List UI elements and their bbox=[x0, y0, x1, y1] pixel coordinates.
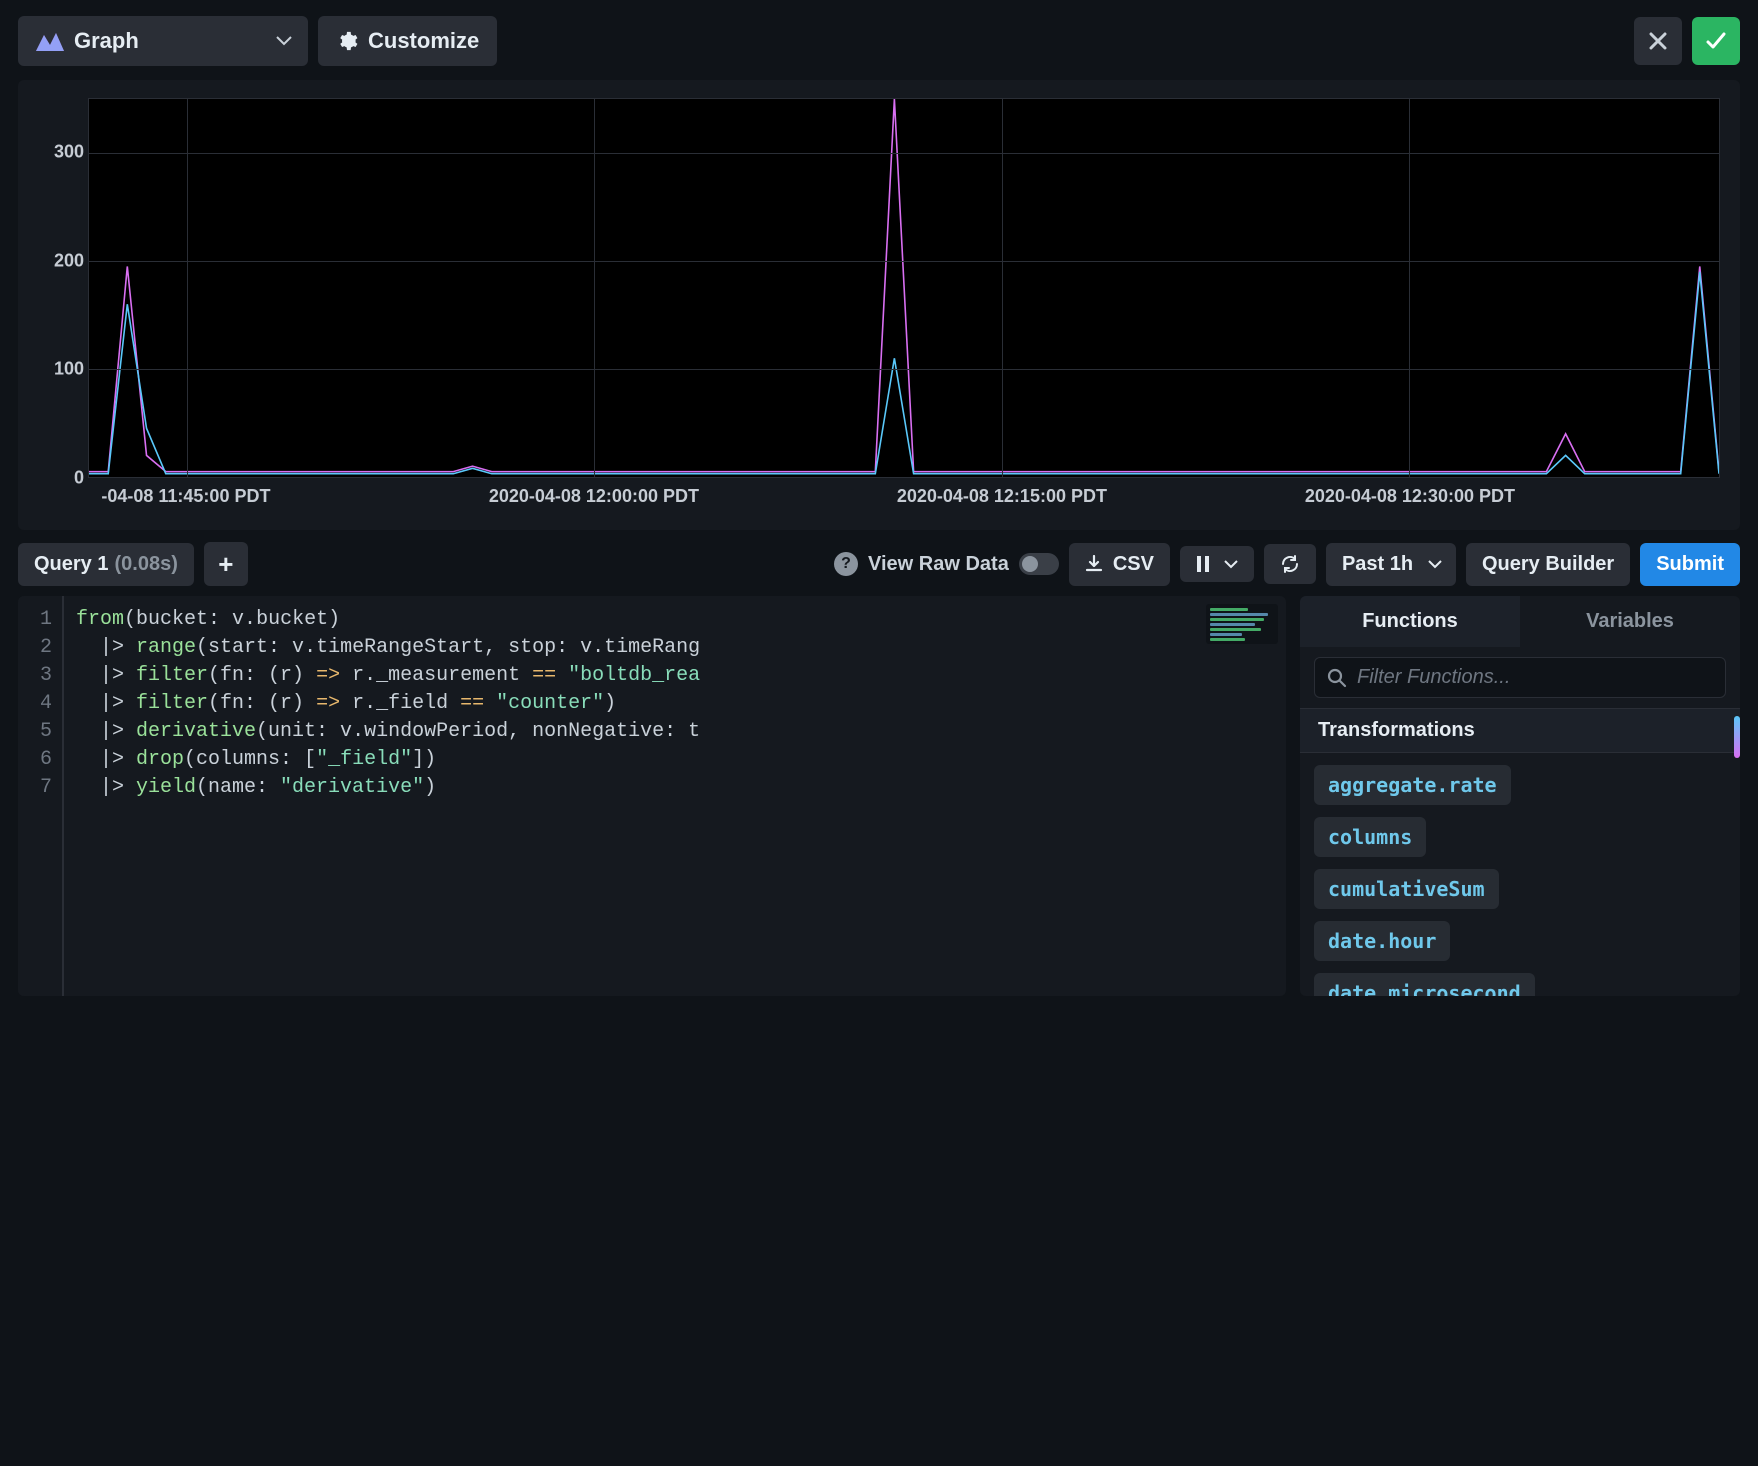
code-editor[interactable]: 1234567 from(bucket: v.bucket) |> range(… bbox=[18, 596, 1286, 996]
function-search-input[interactable] bbox=[1357, 666, 1713, 689]
function-item[interactable]: aggregate.rate bbox=[1314, 765, 1511, 805]
search-icon bbox=[1327, 668, 1347, 688]
x-tick-label: -04-08 11:45:00 PDT bbox=[101, 486, 270, 507]
top-toolbar: Graph Customize bbox=[18, 16, 1740, 66]
download-icon bbox=[1085, 555, 1103, 573]
time-range-dropdown[interactable]: Past 1h bbox=[1326, 543, 1456, 586]
close-button[interactable] bbox=[1634, 17, 1682, 65]
view-raw-label: View Raw Data bbox=[868, 553, 1009, 576]
x-tick-label: 2020-04-08 12:15:00 PDT bbox=[897, 486, 1107, 507]
refresh-button[interactable] bbox=[1264, 544, 1316, 584]
function-search[interactable] bbox=[1314, 657, 1726, 698]
pause-dropdown-button[interactable] bbox=[1180, 546, 1254, 582]
code-line: |> range(start: v.timeRangeStart, stop: … bbox=[76, 634, 1274, 662]
refresh-icon bbox=[1280, 554, 1300, 574]
chevron-down-icon bbox=[1224, 560, 1238, 569]
x-axis: -04-08 11:45:00 PDT 2020-04-08 12:00:00 P… bbox=[88, 486, 1720, 512]
view-raw-toggle[interactable] bbox=[1019, 553, 1059, 575]
query-builder-label: Query Builder bbox=[1482, 553, 1614, 576]
function-section-header: Transformations bbox=[1300, 708, 1740, 753]
code-line: |> drop(columns: ["_field"]) bbox=[76, 746, 1274, 774]
y-axis: 0100200300 bbox=[38, 98, 88, 478]
code-line: |> derivative(unit: v.windowPeriod, nonN… bbox=[76, 718, 1274, 746]
customize-button[interactable]: Customize bbox=[318, 16, 497, 66]
minimap[interactable] bbox=[1206, 604, 1278, 644]
customize-label: Customize bbox=[368, 28, 479, 54]
submit-label: Submit bbox=[1656, 553, 1724, 576]
chart-svg bbox=[89, 99, 1719, 477]
tab-functions[interactable]: Functions bbox=[1300, 596, 1520, 647]
time-range-label: Past 1h bbox=[1342, 553, 1413, 576]
function-item[interactable]: date.hour bbox=[1314, 921, 1450, 961]
chevron-down-icon bbox=[1428, 560, 1442, 569]
scroll-indicator[interactable] bbox=[1734, 716, 1740, 758]
visualization-type-dropdown[interactable]: Graph bbox=[18, 16, 308, 66]
query-builder-button[interactable]: Query Builder bbox=[1466, 543, 1630, 586]
query-toolbar: Query 1 (0.08s) + ? View Raw Data CSV Pa… bbox=[18, 542, 1740, 586]
confirm-button[interactable] bbox=[1692, 17, 1740, 65]
bottom-split: 1234567 from(bucket: v.bucket) |> range(… bbox=[18, 596, 1740, 996]
query-tab-name: Query 1 bbox=[34, 553, 108, 576]
x-tick-label: 2020-04-08 12:00:00 PDT bbox=[489, 486, 699, 507]
query-tab[interactable]: Query 1 (0.08s) bbox=[18, 543, 194, 586]
pause-icon bbox=[1196, 556, 1210, 572]
code-line: |> filter(fn: (r) => r._measurement == "… bbox=[76, 662, 1274, 690]
chevron-down-icon bbox=[276, 36, 292, 46]
view-raw-data-toggle-group: ? View Raw Data bbox=[834, 552, 1059, 576]
code-line: |> yield(name: "derivative") bbox=[76, 774, 1274, 802]
y-tick-label: 300 bbox=[54, 142, 84, 163]
help-icon[interactable]: ? bbox=[834, 552, 858, 576]
gear-icon bbox=[336, 30, 358, 52]
function-item[interactable]: columns bbox=[1314, 817, 1426, 857]
tab-variables[interactable]: Variables bbox=[1520, 596, 1740, 647]
function-item[interactable]: date.microsecond bbox=[1314, 973, 1535, 996]
function-item[interactable]: cumulativeSum bbox=[1314, 869, 1499, 909]
chart-plot-area[interactable] bbox=[88, 98, 1720, 478]
code-area[interactable]: from(bucket: v.bucket) |> range(start: v… bbox=[64, 596, 1286, 996]
code-line: |> filter(fn: (r) => r._field == "counte… bbox=[76, 690, 1274, 718]
chart-panel: 0 100 200 300 -04-08 11:45:00 PDT 2020-04-08… bbox=[18, 80, 1740, 530]
y-tick-label: 200 bbox=[54, 250, 84, 271]
y-tick-label: 0 bbox=[74, 468, 84, 489]
csv-label: CSV bbox=[1113, 553, 1154, 576]
y-tick-label: 100 bbox=[54, 359, 84, 380]
line-gutter: 1234567 bbox=[18, 596, 64, 996]
check-icon bbox=[1705, 30, 1727, 52]
close-icon bbox=[1648, 31, 1668, 51]
code-line: from(bucket: v.bucket) bbox=[76, 606, 1274, 634]
add-query-button[interactable]: + bbox=[204, 542, 248, 586]
sidebar-tabs: Functions Variables bbox=[1300, 596, 1740, 647]
submit-button[interactable]: Submit bbox=[1640, 543, 1740, 586]
function-list: aggregate.rate columns cumulativeSum date.h… bbox=[1300, 753, 1740, 996]
plus-icon: + bbox=[218, 549, 233, 580]
query-tab-duration: (0.08s) bbox=[114, 553, 177, 576]
function-sidebar: Functions Variables Transformations aggr… bbox=[1300, 596, 1740, 996]
export-csv-button[interactable]: CSV bbox=[1069, 543, 1170, 586]
mountain-icon bbox=[36, 31, 64, 51]
visualization-type-label: Graph bbox=[74, 28, 139, 54]
x-tick-label: 2020-04-08 12:30:00 PDT bbox=[1305, 486, 1515, 507]
